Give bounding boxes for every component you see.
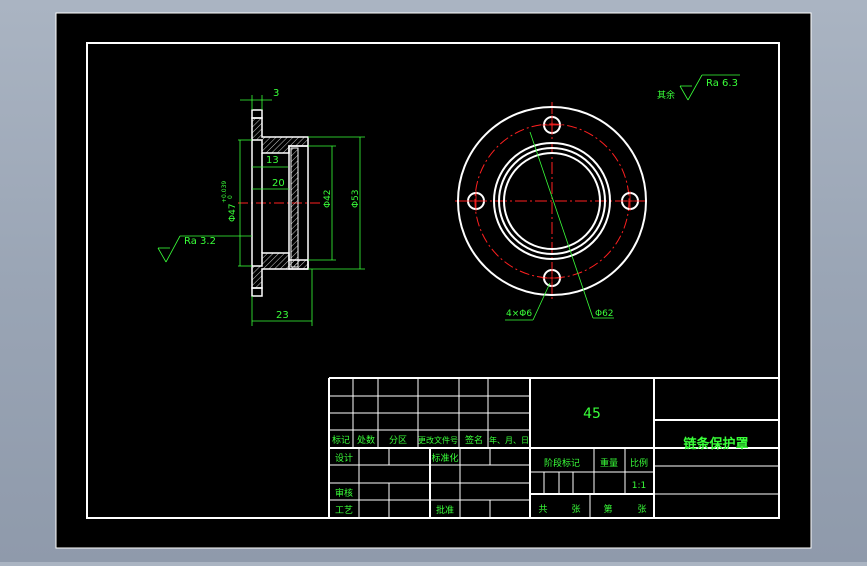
roughness-note-prefix: 其余 (657, 89, 675, 101)
rev-header-count: 处数 (357, 434, 375, 446)
sheet-no: 第 (603, 503, 612, 515)
row-standardize: 标准化 (431, 452, 458, 464)
stage-mark: 阶段标记 (544, 457, 580, 469)
roughness-side: Ra 3.2 (184, 236, 216, 247)
part-name: 链条保护罩 (682, 436, 748, 452)
row-process: 工艺 (335, 505, 353, 516)
material-label: 45 (583, 406, 601, 422)
drawing-sheet (56, 13, 811, 548)
weight-label: 重量 (600, 457, 618, 469)
row-review: 审核 (335, 487, 353, 499)
sheet-no-unit: 张 (637, 504, 646, 515)
row-design: 设计 (335, 452, 353, 464)
rev-header-mark: 标记 (332, 434, 350, 446)
holes-label: 4×Φ6 (506, 309, 532, 319)
sheets-total: 共 (538, 504, 547, 515)
dim-length: 23 (276, 310, 289, 321)
cad-viewport: 3 13 20 Φ47 +0.039 0 Φ42 Φ53 23 Ra 3.2 4… (0, 0, 867, 562)
rev-header-date: 年、月、日 (489, 435, 529, 445)
dim-bore: Φ47 (228, 203, 238, 222)
dim-bore-tol-lower: 0 (227, 195, 234, 199)
scale-label: 比例 (630, 457, 648, 469)
tube-wall (290, 147, 299, 268)
sheets-unit: 张 (571, 504, 580, 515)
pcd-label: Φ62 (595, 309, 614, 319)
dim-mid: Φ42 (323, 189, 333, 208)
dim-outer: Φ53 (351, 189, 361, 208)
rev-header-sign: 签名 (465, 434, 483, 446)
dim-inner-step: 13 (266, 155, 279, 166)
row-approve: 批准 (436, 504, 454, 516)
dim-top-3: 3 (273, 88, 279, 99)
drawing-canvas: 3 13 20 Φ47 +0.039 0 Φ42 Φ53 23 Ra 3.2 4… (55, 12, 812, 549)
rev-header-doc: 更改文件号 (418, 435, 458, 445)
roughness-note-value: Ra 6.3 (706, 78, 738, 89)
rev-header-zone: 分区 (389, 435, 407, 446)
dim-inner-depth: 20 (272, 178, 285, 189)
scale-value: 1:1 (632, 481, 646, 491)
